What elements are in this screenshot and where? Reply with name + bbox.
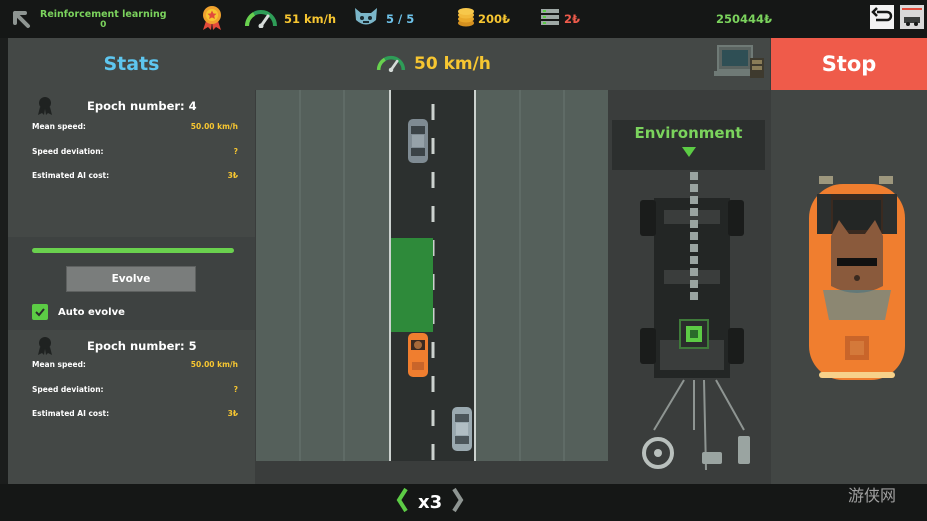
main-header: Stats 50 km/h — [8, 38, 770, 90]
arrow-down-icon — [681, 147, 696, 157]
coins-icon — [456, 6, 476, 32]
balance-value: 250444₺ — [716, 12, 773, 26]
speed-deviation-row: Speed deviation: ? — [32, 385, 238, 399]
ai-cost-row: Estimated AI cost: 3₺ — [32, 409, 238, 423]
speed-deviation-value: ? — [233, 385, 238, 394]
bottom-bar: x3 — [0, 484, 927, 521]
server-icon — [540, 7, 560, 31]
epoch-title: Epoch number: 4 — [87, 99, 197, 113]
servers-value: 2₺ — [564, 12, 581, 26]
ai-cost-row: Estimated AI cost: 3₺ — [32, 171, 238, 185]
npc-car-icon — [408, 119, 428, 163]
medal-status — [200, 0, 224, 38]
auto-evolve-checkbox[interactable] — [32, 304, 48, 320]
epoch-card: Epoch number: 4 Mean speed: 50.00 km/h S… — [8, 90, 255, 237]
mean-speed-row: Mean speed: 50.00 km/h — [32, 360, 238, 374]
car-preview-panel — [771, 90, 927, 484]
mode-indicator: Reinforcement learning 0 — [40, 4, 167, 34]
balance-status: 250444₺ — [716, 0, 772, 38]
coins-status: 200₺ — [456, 0, 510, 38]
auto-evolve-toggle[interactable]: Auto evolve — [32, 304, 125, 320]
main-area: Stats 50 km/h Stop Epoch number: 4 Mean … — [8, 38, 927, 484]
speed-deviation-value: ? — [233, 147, 238, 156]
evolve-button[interactable]: Evolve — [66, 266, 196, 292]
top-bar: Reinforcement learning 0 51 km/h 5 / 5 2… — [0, 0, 927, 38]
speed-multiplier-control: x3 — [396, 487, 464, 517]
player-car-preview — [809, 176, 905, 380]
mode-count: 0 — [100, 19, 107, 30]
cats-count: 5 / 5 — [386, 12, 415, 26]
environment-title: Environment — [634, 124, 743, 142]
speedometer-icon — [244, 6, 278, 32]
training-progress-bar — [32, 248, 234, 253]
npc-car-icon — [452, 407, 472, 451]
player-car-icon — [408, 333, 428, 377]
ai-cost-label: Estimated AI cost: — [32, 171, 110, 180]
undo-icon — [870, 5, 894, 33]
speedometer-icon — [376, 52, 406, 76]
current-speed: 50 km/h — [376, 50, 491, 78]
ai-cost-value: 3₺ — [227, 171, 238, 180]
garage-button[interactable] — [900, 5, 924, 33]
garage-icon — [900, 5, 924, 33]
watermark: 游侠网 — [848, 486, 897, 505]
road-background — [256, 90, 608, 461]
ai-cost-value: 3₺ — [227, 409, 238, 418]
epoch-card: Epoch number: 5 Mean speed: 50.00 km/h S… — [8, 330, 255, 484]
chevron-right-icon[interactable] — [452, 487, 464, 517]
mean-speed-value: 50.00 km/h — [190, 360, 238, 369]
medal-icon — [200, 3, 224, 35]
mean-speed-label: Mean speed: — [32, 360, 86, 369]
mean-speed-label: Mean speed: — [32, 122, 86, 131]
stats-title: Stats — [103, 53, 160, 75]
road-simulation — [256, 90, 608, 461]
cat-face-icon — [352, 5, 380, 33]
auto-evolve-label: Auto evolve — [58, 306, 125, 318]
stop-button[interactable]: Stop — [771, 38, 927, 90]
topbar-speed: 51 km/h — [284, 12, 337, 26]
back-arrow-icon[interactable] — [8, 6, 34, 32]
epoch-header: Epoch number: 5 — [8, 330, 255, 360]
speed-deviation-label: Speed deviation: — [32, 385, 104, 394]
ai-chassis-diagram — [640, 172, 750, 470]
mode-title: Reinforcement learning — [40, 8, 167, 20]
stats-panel: Epoch number: 4 Mean speed: 50.00 km/h S… — [8, 90, 255, 484]
checkmark-icon — [35, 308, 45, 317]
current-speed-value: 50 km/h — [414, 54, 491, 74]
chevron-left-icon[interactable] — [396, 487, 408, 517]
servers-status: 2₺ — [540, 0, 580, 38]
speed-status: 51 km/h — [244, 0, 336, 38]
speed-multiplier-value: x3 — [418, 491, 443, 513]
environment-label: Environment — [612, 120, 765, 170]
speed-deviation-row: Speed deviation: ? — [32, 147, 238, 161]
speed-deviation-label: Speed deviation: — [32, 147, 104, 156]
cats-status: 5 / 5 — [352, 0, 414, 38]
ai-cost-label: Estimated AI cost: — [32, 409, 110, 418]
mean-speed-row: Mean speed: 50.00 km/h — [32, 122, 238, 136]
medal-icon — [36, 96, 54, 116]
medal-icon — [36, 336, 54, 356]
coins-value: 200₺ — [478, 12, 511, 26]
epoch-header: Epoch number: 4 — [8, 90, 255, 120]
mean-speed-value: 50.00 km/h — [190, 122, 238, 131]
epoch-title: Epoch number: 5 — [87, 339, 197, 353]
undo-button[interactable] — [870, 5, 894, 33]
laptop-icon[interactable] — [714, 44, 766, 84]
